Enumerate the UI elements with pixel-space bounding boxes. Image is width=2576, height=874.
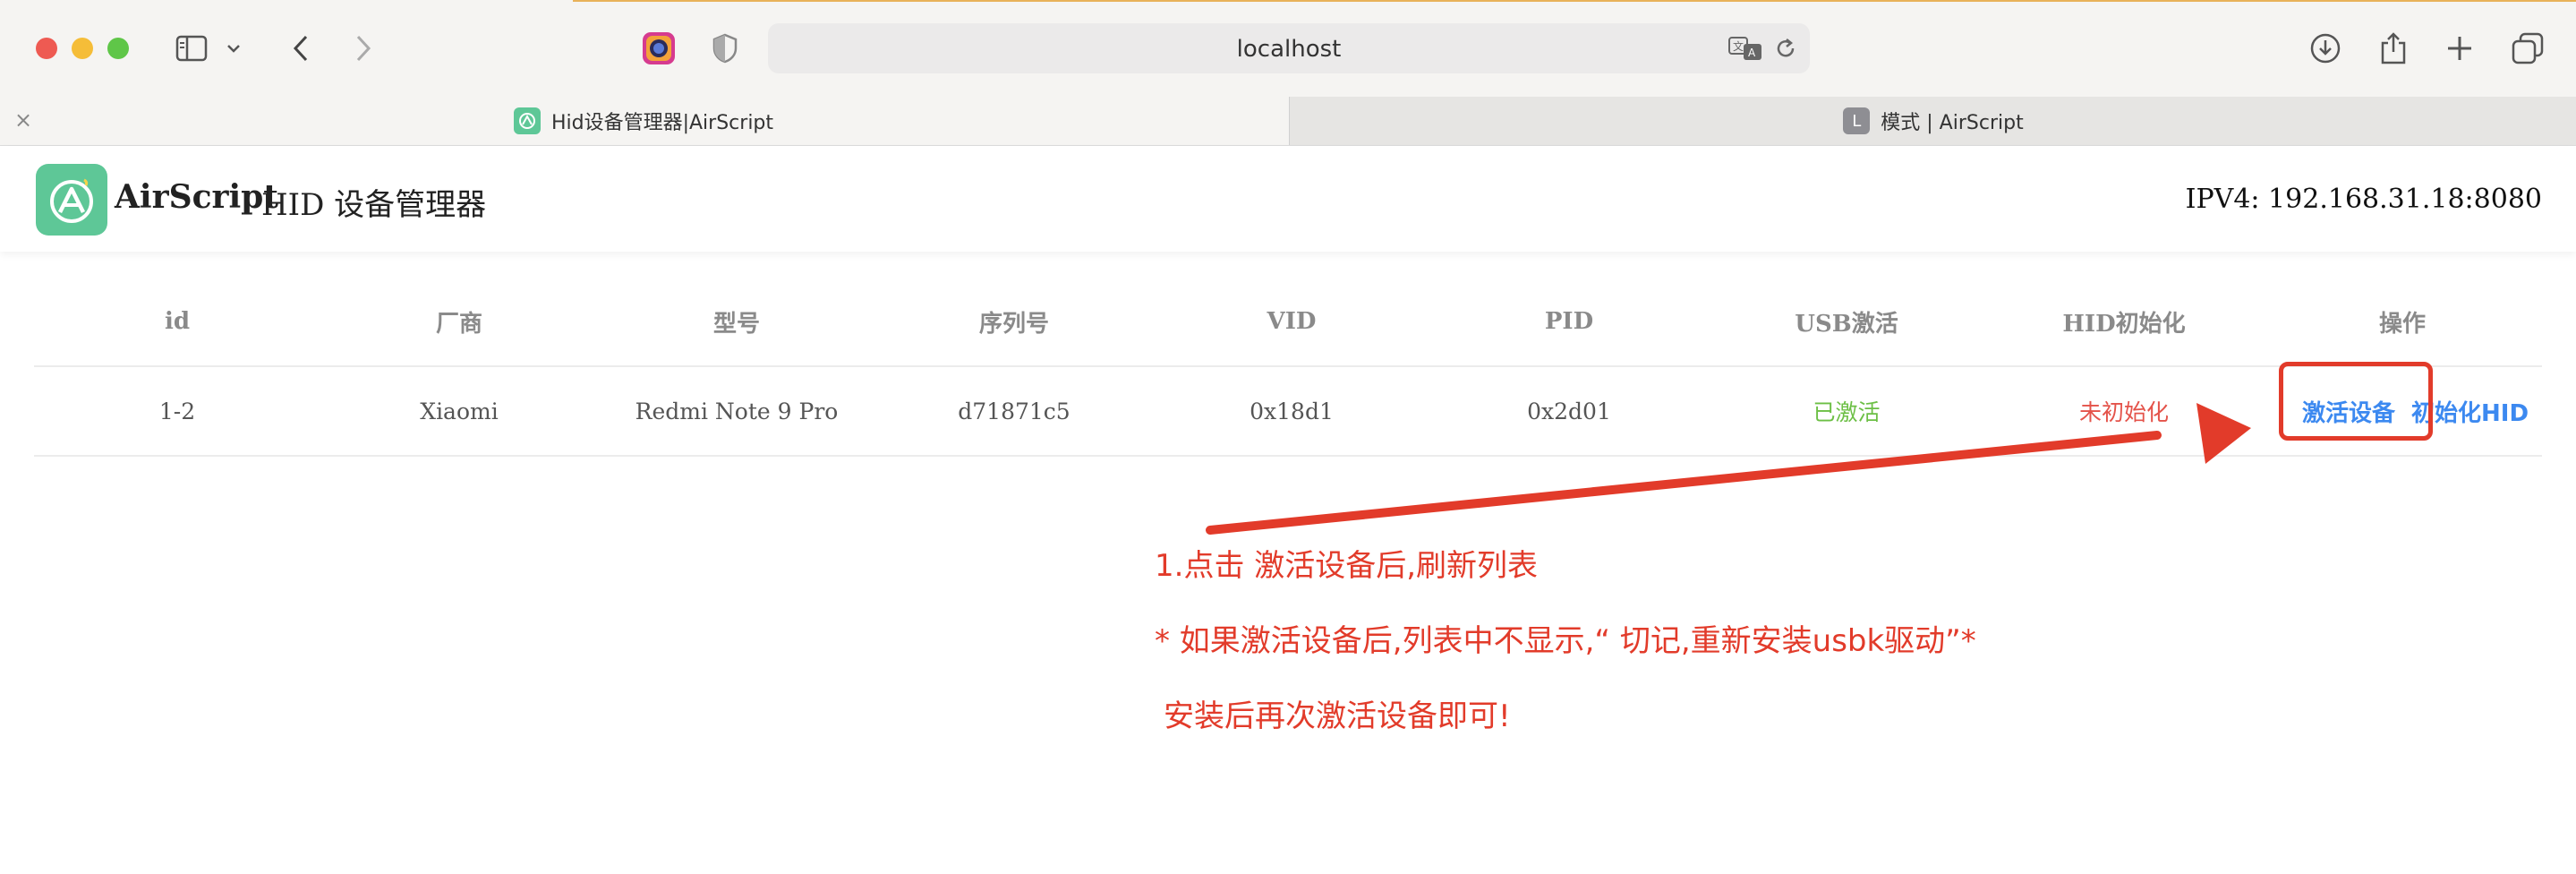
annotation-warning: * 如果激活设备后,列表中不显示,“ 切记,重新安装usbk驱动”* (1155, 623, 1976, 659)
annotation-arrow (1206, 403, 2251, 535)
annotation-step-1: 1.点击 激活设备后,刷新列表 (1155, 548, 1539, 584)
annotation-step-2: 安装后再次激活设备即可! (1164, 698, 1511, 734)
